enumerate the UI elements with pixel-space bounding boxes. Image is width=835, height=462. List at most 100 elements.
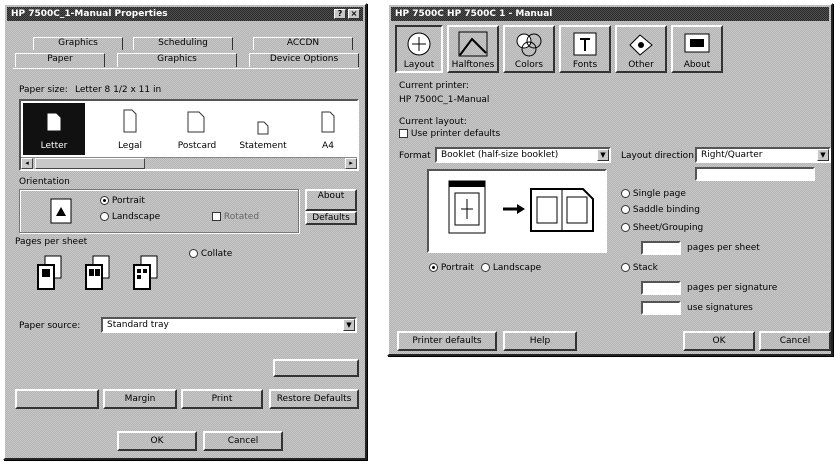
preview-portrait-option[interactable]: Portrait — [429, 263, 474, 273]
stack-option[interactable]: Stack — [621, 263, 658, 273]
portrait-radio[interactable] — [100, 196, 109, 205]
single-page-radio[interactable] — [621, 189, 630, 198]
toolbar-label: Other — [628, 60, 654, 70]
about-button[interactable]: About — [305, 189, 357, 211]
print-button[interactable]: Print — [181, 389, 263, 409]
right-layout-window: HP 7500C HP 7500C 1 - Manual Layout Half… — [387, 3, 833, 356]
paper-item-postcard[interactable]: Postcard — [169, 103, 225, 155]
right-cancel-button[interactable]: Cancel — [759, 331, 831, 351]
a4-paper-icon — [321, 111, 335, 133]
page-order-secondary-field[interactable] — [695, 167, 815, 181]
sheet-grouping-label: Sheet/Grouping — [632, 223, 704, 233]
tab-device-options[interactable]: Device Options — [249, 53, 359, 67]
halftones-icon — [458, 31, 488, 57]
right-window-titlebar[interactable]: HP 7500C HP 7500C 1 - Manual — [391, 7, 829, 21]
toolbar-label: About — [683, 60, 711, 70]
preview-portrait-radio[interactable] — [429, 263, 438, 272]
margin-button[interactable]: Margin — [103, 389, 177, 409]
one-up-icon[interactable] — [35, 255, 71, 291]
orientation-label: Orientation — [19, 177, 70, 187]
paper-item-label: Letter — [40, 141, 68, 151]
saddle-binding-option[interactable]: Saddle binding — [621, 205, 700, 215]
toolbar-fonts-button[interactable]: Fonts — [559, 25, 611, 73]
use-defaults-option[interactable]: Use printer defaults — [399, 129, 500, 139]
toolbar-colors-button[interactable]: Colors — [503, 25, 555, 73]
landscape-radio[interactable] — [100, 212, 109, 221]
collate-radio[interactable] — [189, 249, 198, 258]
pages-per-sheet-field[interactable] — [641, 241, 681, 255]
paper-list-scrollbar[interactable]: ◂ ▸ — [21, 157, 357, 169]
tab-paper[interactable]: Paper — [15, 53, 105, 67]
tab-graphics-top[interactable]: Graphics — [33, 37, 123, 50]
paper-item-a4[interactable]: A4 — [303, 103, 353, 155]
about-icon — [684, 33, 710, 53]
format-dropdown[interactable]: Booklet (half-size booklet) ▼ — [435, 147, 611, 163]
chevron-down-icon[interactable]: ▼ — [597, 149, 609, 161]
paper-item-legal[interactable]: Legal — [105, 103, 155, 155]
preview-landscape-label: Landscape — [492, 263, 542, 273]
scroll-thumb[interactable] — [35, 158, 145, 169]
preview-landscape-option[interactable]: Landscape — [481, 263, 541, 273]
tab-panel-divider — [13, 68, 359, 69]
paper-item-label: Postcard — [177, 141, 217, 151]
scroll-right-icon[interactable]: ▸ — [345, 158, 357, 169]
toolbar-about-button[interactable]: About — [671, 25, 723, 73]
chevron-down-icon[interactable]: ▼ — [817, 149, 829, 161]
help-icon[interactable]: ? — [334, 9, 346, 19]
two-up-icon[interactable] — [83, 255, 119, 291]
blank-button[interactable] — [273, 359, 359, 377]
sheet-grouping-radio[interactable] — [621, 223, 630, 232]
paper-size-list[interactable]: Letter Legal Postcard Statement A4 ◂ ▸ — [19, 99, 359, 171]
tab-graphics[interactable]: Graphics — [117, 53, 237, 67]
right-window-title: HP 7500C HP 7500C 1 - Manual — [395, 9, 553, 19]
signature-pages-field-label: pages per signature — [687, 283, 778, 293]
single-page-option[interactable]: Single page — [621, 189, 686, 199]
four-up-icon[interactable] — [131, 255, 167, 291]
paper-source-label: Paper source: — [19, 321, 81, 331]
signatures-field-label: use signatures — [687, 303, 753, 313]
paper-source-dropdown[interactable]: Standard tray ▼ — [101, 317, 357, 333]
orientation-landscape-option[interactable]: Landscape — [100, 212, 160, 222]
paper-item-letter[interactable]: Letter — [23, 103, 85, 155]
printer-defaults-button[interactable]: Printer defaults — [397, 331, 497, 351]
cancel-button[interactable]: Cancel — [203, 431, 283, 451]
tab-scheduling[interactable]: Scheduling — [133, 37, 233, 50]
left-unlabeled-button[interactable] — [15, 389, 99, 409]
booklet-preview-icon — [448, 180, 594, 234]
letter-paper-icon — [47, 113, 61, 131]
toolbar-layout-button[interactable]: Layout — [395, 25, 443, 73]
single-page-label: Single page — [632, 189, 686, 199]
legal-paper-icon — [123, 109, 137, 133]
saddle-binding-radio[interactable] — [621, 205, 630, 214]
tab-accdn[interactable]: ACCDN — [253, 37, 353, 50]
stack-radio[interactable] — [621, 263, 630, 272]
paper-item-statement[interactable]: Statement — [233, 103, 293, 155]
collate-option[interactable]: Collate — [189, 249, 232, 259]
toolbar-other-button[interactable]: Other — [615, 25, 667, 73]
right-ok-button[interactable]: OK — [683, 331, 755, 351]
chevron-down-icon[interactable]: ▼ — [343, 319, 355, 331]
left-window-titlebar[interactable]: HP 7500C_1-Manual Properties ? × — [7, 7, 363, 21]
portrait-label: Portrait — [111, 196, 145, 206]
rotated-checkbox[interactable] — [212, 212, 221, 221]
defaults-side-button[interactable]: Defaults — [305, 211, 357, 225]
toolbar-label: Fonts — [572, 60, 598, 70]
restore-defaults-button[interactable]: Restore Defaults — [269, 389, 359, 409]
page-order-dropdown[interactable]: Right/Quarter ▼ — [695, 147, 831, 163]
scroll-left-icon[interactable]: ◂ — [21, 158, 33, 169]
collate-label: Collate — [200, 249, 233, 259]
format-value: Booklet (half-size booklet) — [441, 150, 559, 160]
signatures-field[interactable] — [641, 301, 681, 315]
close-icon[interactable]: × — [348, 9, 360, 19]
ok-button[interactable]: OK — [117, 431, 197, 451]
toolbar-halftones-button[interactable]: Halftones — [447, 25, 499, 73]
use-defaults-checkbox[interactable] — [399, 129, 408, 138]
fonts-icon — [573, 32, 597, 56]
preview-landscape-radio[interactable] — [481, 263, 490, 272]
sheet-grouping-option[interactable]: Sheet/Grouping — [621, 223, 703, 233]
left-window-title: HP 7500C_1-Manual Properties — [11, 9, 168, 19]
help-button[interactable]: Help — [503, 331, 577, 351]
signature-pages-field[interactable] — [641, 281, 681, 295]
rotated-option[interactable]: Rotated — [212, 212, 259, 222]
orientation-portrait-option[interactable]: Portrait — [100, 196, 145, 206]
